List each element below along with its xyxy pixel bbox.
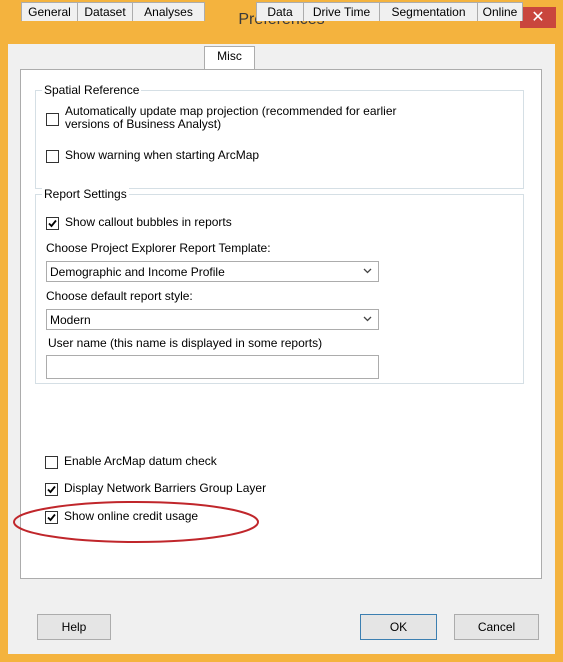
tab-drive-time[interactable]: Drive Time	[303, 2, 380, 21]
checkmark-icon	[47, 485, 56, 494]
chevron-down-icon	[363, 268, 372, 274]
tab-label: Data	[267, 5, 293, 19]
tab-misc[interactable]: Misc	[204, 46, 255, 69]
checkbox-box[interactable]	[46, 113, 59, 126]
ok-button[interactable]: OK	[360, 614, 437, 640]
enable-datum-check-label: Enable ArcMap datum check	[64, 454, 217, 468]
auto-update-projection-checkbox[interactable]: Automatically update map projection (rec…	[46, 105, 397, 131]
checkbox-box[interactable]	[45, 483, 58, 496]
show-warning-checkbox[interactable]: Show warning when starting ArcMap	[46, 149, 259, 163]
tab-label: Dataset	[84, 5, 126, 19]
label-line-2: versions of Business Analyst)	[65, 117, 222, 131]
tab-general[interactable]: General	[21, 2, 78, 21]
checkbox-box[interactable]	[46, 150, 59, 163]
tab-segmentation[interactable]: Segmentation	[379, 2, 478, 21]
tab-data[interactable]: Data	[256, 2, 304, 21]
chevron-down-icon	[363, 316, 372, 322]
close-icon[interactable]: ✕	[531, 7, 544, 26]
display-network-barriers-label: Display Network Barriers Group Layer	[64, 481, 267, 495]
checkbox-box[interactable]	[46, 217, 59, 230]
preferences-window: Preferences ✕ General Dataset Analyses M…	[0, 0, 563, 662]
tab-label: Misc	[217, 49, 242, 63]
report-settings-group: Report Settings Show callout bubbles in …	[35, 187, 524, 384]
checkmark-icon	[48, 219, 57, 228]
spatial-reference-title: Spatial Reference	[42, 83, 142, 97]
show-warning-label: Show warning when starting ArcMap	[65, 148, 260, 162]
tab-dataset[interactable]: Dataset	[77, 2, 133, 21]
close-button[interactable]: ✕	[520, 7, 556, 28]
report-style-label: Choose default report style:	[46, 289, 193, 303]
tab-label: Drive Time	[312, 5, 371, 19]
highlight-ellipse	[13, 501, 259, 543]
checkbox-box[interactable]	[45, 456, 58, 469]
user-name-input[interactable]	[46, 355, 379, 379]
report-template-dropdown[interactable]: Demographic and Income Profile	[46, 261, 379, 282]
spatial-reference-group: Spatial Reference Automatically update m…	[35, 83, 524, 189]
display-network-barriers-checkbox[interactable]: Display Network Barriers Group Layer	[45, 482, 266, 496]
tab-online[interactable]: Online	[477, 2, 523, 21]
report-style-dropdown[interactable]: Modern	[46, 309, 379, 330]
tab-label: Analyses	[144, 5, 193, 19]
tab-analyses[interactable]: Analyses	[132, 2, 205, 21]
cancel-button[interactable]: Cancel	[454, 614, 539, 640]
tab-label: Online	[482, 5, 518, 19]
tab-label: General	[28, 5, 71, 19]
help-button[interactable]: Help	[37, 614, 111, 640]
report-style-value: Modern	[50, 313, 91, 327]
tab-label: Segmentation	[391, 5, 466, 19]
user-name-label: User name (this name is displayed in som…	[48, 336, 323, 350]
show-callout-bubbles-label: Show callout bubbles in reports	[65, 215, 232, 229]
report-settings-title: Report Settings	[42, 187, 129, 201]
report-template-label: Choose Project Explorer Report Template:	[46, 241, 271, 255]
enable-datum-check-checkbox[interactable]: Enable ArcMap datum check	[45, 455, 217, 469]
auto-update-projection-label: Automatically update map projection (rec…	[65, 105, 397, 131]
show-callout-bubbles-checkbox[interactable]: Show callout bubbles in reports	[46, 216, 232, 230]
report-template-value: Demographic and Income Profile	[50, 265, 225, 279]
